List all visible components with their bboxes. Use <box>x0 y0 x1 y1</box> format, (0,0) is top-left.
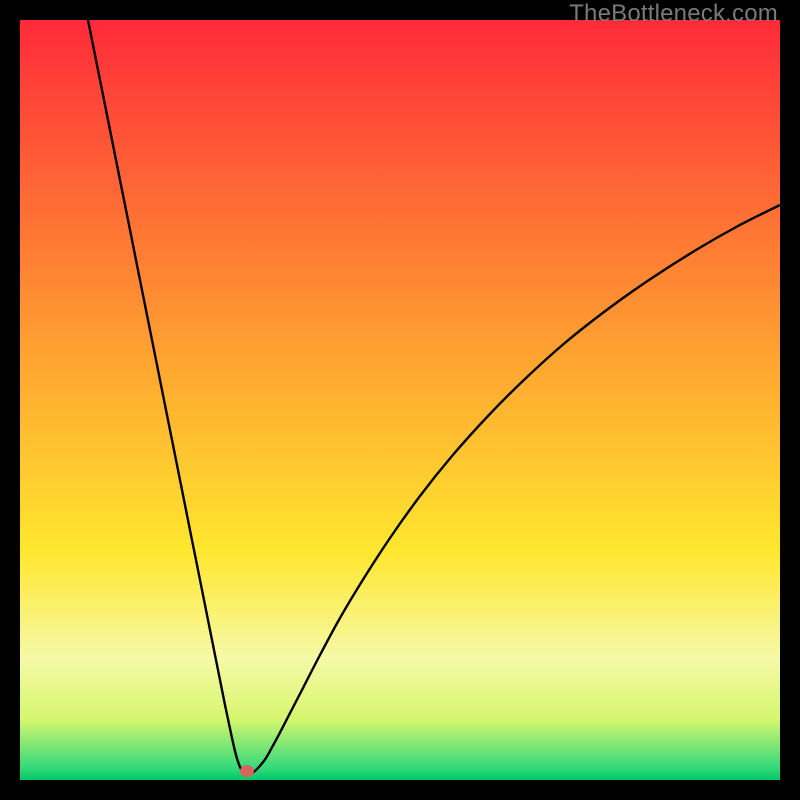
optimum-marker <box>240 765 254 777</box>
chart-background <box>20 20 780 780</box>
chart-frame <box>20 20 780 780</box>
chart-canvas <box>20 20 780 780</box>
watermark-text: TheBottleneck.com <box>569 0 778 28</box>
